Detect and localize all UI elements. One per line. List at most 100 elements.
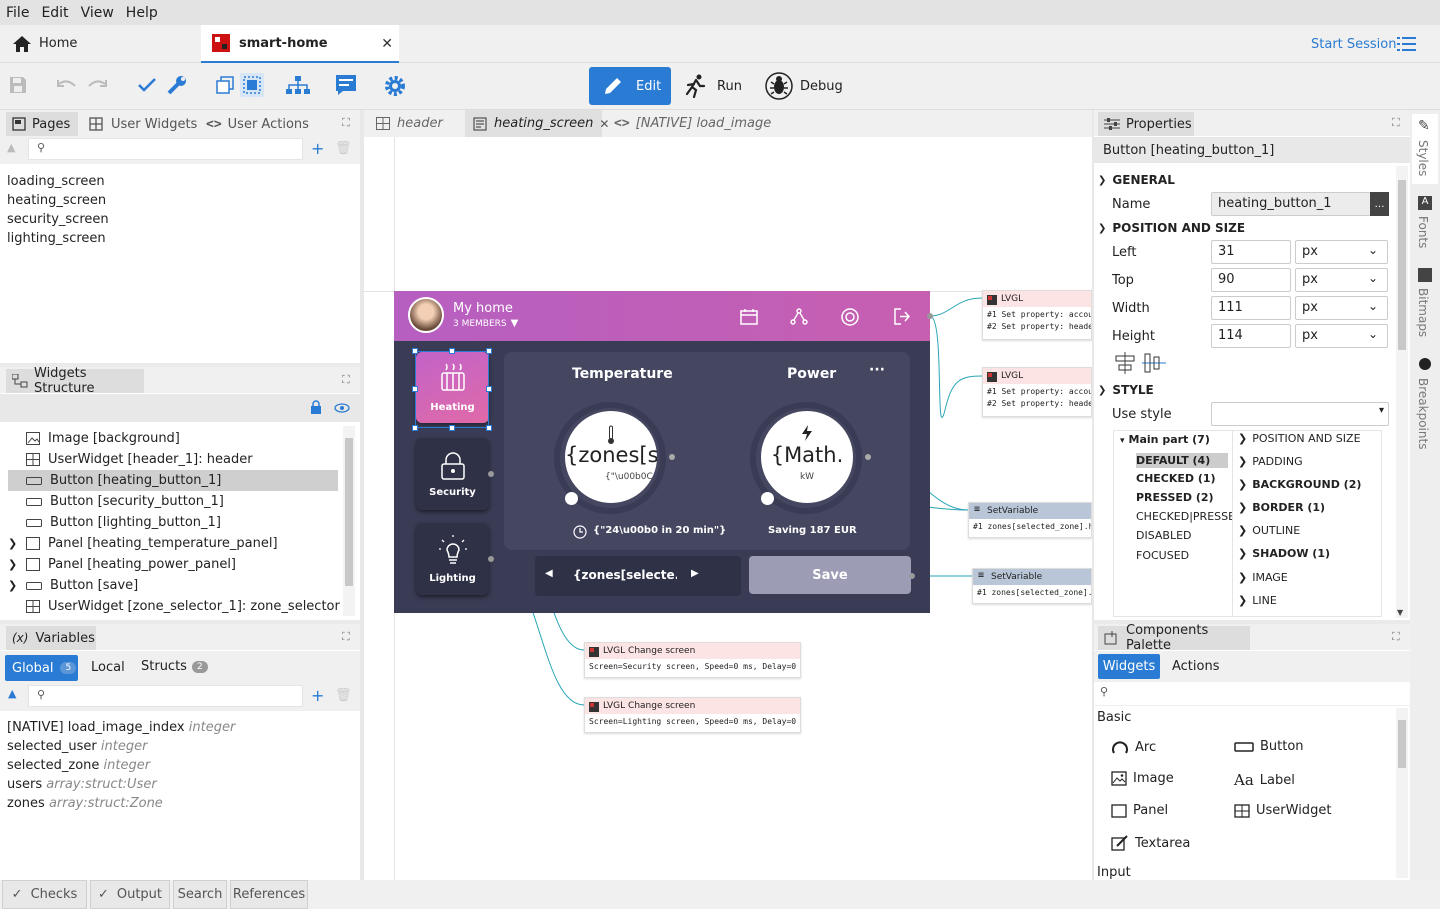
debug-mode-button[interactable]: Debug — [765, 67, 845, 105]
side-tab-styles[interactable]: ✎ Styles — [1412, 114, 1438, 184]
chevron-right-icon[interactable]: ❯ — [8, 537, 26, 550]
resize-handle[interactable] — [412, 348, 418, 354]
lock-icon[interactable] — [309, 400, 323, 418]
tree-item[interactable]: ❯ Panel [heating_temperature_panel] — [8, 533, 338, 554]
state-pressed[interactable]: PRESSED (2) — [1136, 491, 1214, 504]
maximize-icon[interactable]: ⛶ — [342, 373, 350, 387]
style-category[interactable]: ❯ POSITION AND SIZE — [1238, 432, 1361, 445]
use-style-select[interactable]: ▾ — [1211, 402, 1389, 426]
palette-item-arc[interactable]: Arc — [1111, 739, 1156, 755]
resize-handle[interactable] — [449, 425, 455, 431]
editor-tab-header[interactable]: header — [376, 110, 443, 137]
state-checked[interactable]: CHECKED (1) — [1136, 472, 1216, 485]
flow-node-setvariable[interactable]: SetVariable #1 zones[selected_zone].he ≡ — [968, 502, 1092, 538]
style-category[interactable]: ❯ BORDER (1) — [1238, 501, 1325, 514]
resize-handle[interactable] — [486, 386, 492, 392]
resize-handle[interactable] — [486, 348, 492, 354]
start-session-link[interactable]: Start Session — [1311, 37, 1397, 52]
temperature-knob[interactable] — [565, 492, 578, 505]
tree-item[interactable]: UserWidget [header_1]: header — [8, 449, 338, 470]
state-default[interactable]: DEFAULT (4) — [1136, 453, 1228, 468]
eye-icon[interactable] — [334, 402, 350, 417]
variables-search-input[interactable]: ⚲ — [28, 685, 303, 707]
calendar-icon[interactable] — [740, 308, 758, 329]
side-tab-fonts[interactable]: A Fonts — [1412, 192, 1438, 256]
palette-search-input[interactable]: ⚲ — [1094, 682, 1410, 706]
selection-box[interactable] — [415, 351, 489, 428]
select-frame-icon[interactable] — [240, 73, 264, 97]
palette-item-label[interactable]: Aa Label — [1234, 771, 1295, 789]
style-category[interactable]: ❯ IMAGE — [1238, 571, 1288, 584]
tree-item[interactable]: Button [lighting_button_1] — [8, 512, 338, 533]
side-tab-breakpoints[interactable]: Breakpoints — [1412, 354, 1438, 454]
edit-mode-button[interactable]: Edit — [589, 67, 671, 105]
bottom-tab-references[interactable]: References — [230, 880, 308, 909]
hierarchy-icon[interactable] — [286, 75, 310, 95]
tab-components-palette[interactable]: Components Palette — [1098, 623, 1250, 653]
security-button[interactable]: Security — [416, 438, 489, 510]
delete-page-icon[interactable]: 🗑 — [335, 141, 352, 156]
flow-node-lvgl[interactable]: LVGL #1 Set property: accou #2 Set prope… — [982, 367, 1092, 417]
tab-variables[interactable]: (x) Variables — [6, 626, 96, 650]
palette-item-panel[interactable]: Panel — [1111, 803, 1168, 818]
section-style[interactable]: ❯ STYLE — [1098, 383, 1154, 397]
state-disabled[interactable]: DISABLED — [1136, 529, 1192, 542]
maximize-icon[interactable]: ⛶ — [342, 630, 350, 644]
output-port[interactable] — [488, 556, 494, 562]
palette-item-button[interactable]: Button — [1234, 739, 1304, 754]
logout-icon[interactable] — [893, 308, 911, 329]
height-input[interactable]: 114 — [1211, 324, 1291, 348]
tab-properties[interactable]: Properties — [1098, 112, 1194, 136]
align-vertical-icon[interactable] — [1142, 352, 1166, 378]
resize-handle[interactable] — [412, 386, 418, 392]
zone-selector[interactable]: ◀ {zones[selecte... ▶ — [535, 556, 741, 596]
page-item[interactable]: heating_screen — [7, 193, 106, 208]
bottom-tab-checks[interactable]: ✓ Checks — [2, 880, 87, 909]
bottom-tab-output[interactable]: ✓ Output — [90, 880, 170, 909]
tab-user-actions[interactable]: <> User Actions — [206, 112, 309, 136]
close-tab-icon[interactable]: ✕ — [599, 117, 609, 131]
width-unit-select[interactable]: px ⌄ — [1295, 296, 1388, 320]
menu-help[interactable]: Help — [120, 5, 164, 21]
network-icon[interactable] — [790, 308, 808, 329]
tab-smart-home[interactable]: smart-home ✕ — [201, 25, 399, 63]
tab-user-widgets[interactable]: User Widgets — [89, 112, 197, 136]
style-category[interactable]: ❯ PADDING — [1238, 455, 1303, 468]
menu-file[interactable]: File — [0, 5, 35, 21]
avatar[interactable] — [408, 297, 444, 333]
tab-actions[interactable]: Actions — [1172, 659, 1220, 674]
target-icon[interactable] — [841, 308, 859, 330]
flow-node-change-screen[interactable]: LVGL Change screen Screen=Lighting scree… — [584, 697, 801, 733]
delete-variable-icon[interactable]: 🗑 — [335, 688, 352, 703]
tab-local[interactable]: Local — [91, 660, 125, 675]
main-part-toggle[interactable]: ▾ Main part (7) — [1120, 433, 1210, 446]
right-splitter[interactable] — [1092, 110, 1094, 880]
bottom-tab-search[interactable]: Search — [173, 880, 227, 909]
variable-item[interactable]: [NATIVE] load_image_index integer — [7, 720, 235, 735]
palette-item-image[interactable]: Image — [1111, 771, 1174, 786]
comment-icon[interactable] — [334, 73, 358, 97]
page-item[interactable]: security_screen — [7, 212, 109, 227]
variable-item[interactable]: selected_user integer — [7, 739, 147, 754]
settings-gear-icon[interactable] — [383, 74, 407, 98]
chevron-left-icon[interactable]: ◀ — [545, 568, 553, 579]
tab-structs[interactable]: Structs 2 — [141, 659, 208, 674]
editor-tab-heating-screen[interactable]: heating_screen ✕ — [465, 110, 609, 137]
resize-handle[interactable] — [449, 348, 455, 354]
top-unit-select[interactable]: px ⌄ — [1295, 268, 1388, 292]
width-input[interactable]: 111 — [1211, 296, 1291, 320]
tab-global[interactable]: Global 5 — [5, 655, 78, 681]
section-general[interactable]: ❯ GENERAL — [1098, 173, 1175, 187]
add-variable-icon[interactable]: + — [311, 686, 324, 705]
variable-item[interactable]: zones array:struct:Zone — [7, 796, 163, 811]
close-tab-icon[interactable]: ✕ — [381, 36, 393, 52]
add-page-icon[interactable]: + — [311, 139, 324, 158]
sort-icon[interactable]: ▲ — [7, 141, 15, 154]
state-checked-pressed[interactable]: CHECKED|PRESSED — [1136, 510, 1232, 523]
flow-node-change-screen[interactable]: LVGL Change screen Screen=Security scree… — [584, 642, 801, 678]
copy-icon[interactable] — [214, 75, 236, 95]
menu-view[interactable]: View — [75, 5, 120, 21]
members-dropdown[interactable]: 3 MEMBERS ▼ — [453, 318, 518, 329]
style-category[interactable]: ❯ OUTLINE — [1238, 524, 1300, 537]
run-mode-button[interactable]: Run — [684, 67, 750, 105]
